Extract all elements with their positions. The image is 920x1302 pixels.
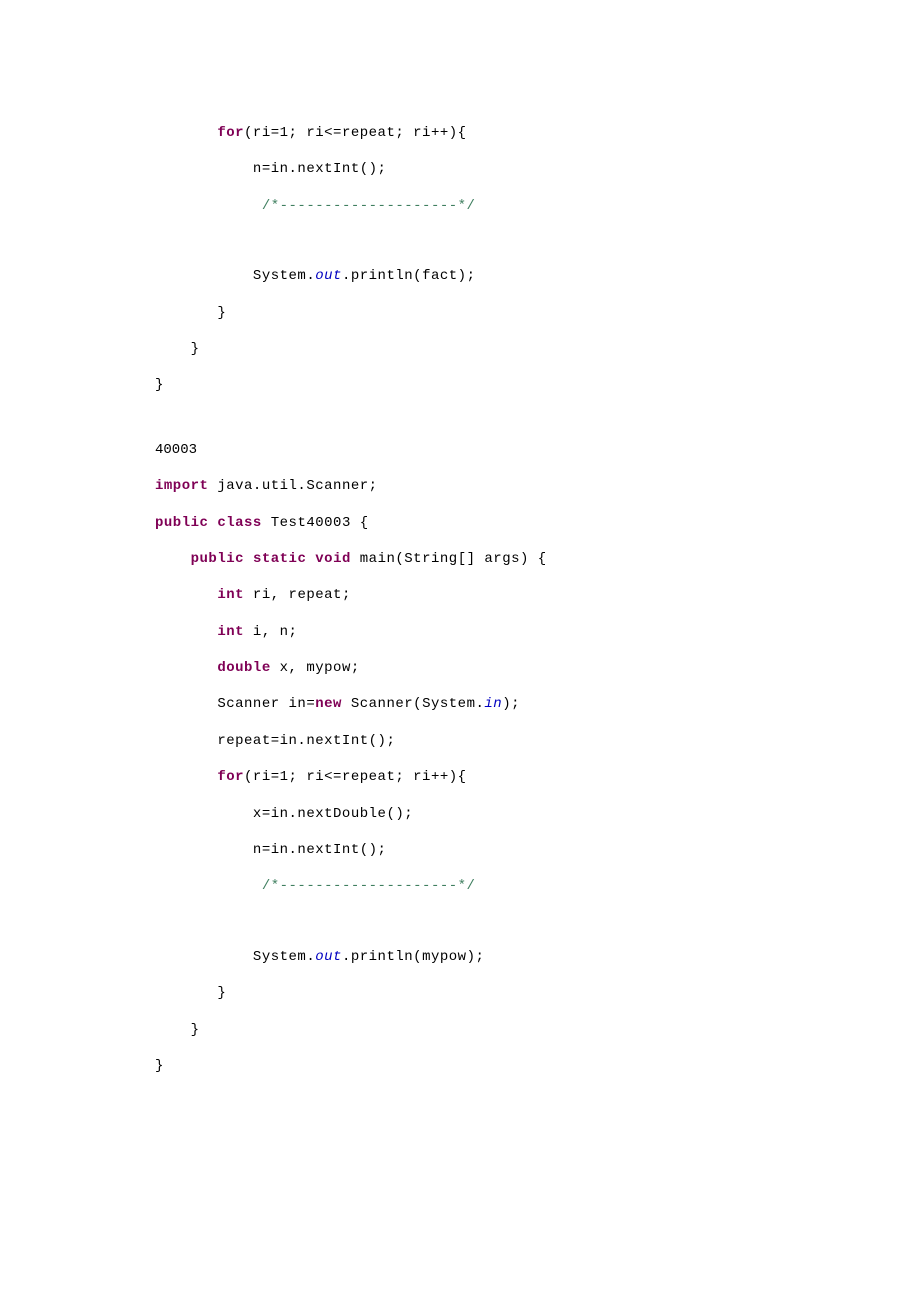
code-text: n=in.nextInt(); (253, 842, 387, 858)
code-text: n=in.nextInt(); (253, 161, 387, 177)
code-line: int ri, repeat; (155, 577, 765, 613)
code-line: } (155, 295, 765, 331)
code-line: int i, n; (155, 614, 765, 650)
code-line: System.out.println(mypow); (155, 939, 765, 975)
keyword-int: int (217, 624, 244, 640)
code-text: (ri=1; ri<=repeat; ri++){ (244, 125, 467, 141)
code-text: .println(fact); (342, 268, 476, 284)
code-text: } (191, 1022, 200, 1038)
code-line: import java.util.Scanner; (155, 468, 765, 504)
code-text: } (217, 305, 226, 321)
keyword-class: class (217, 515, 262, 531)
blank-line (155, 905, 765, 939)
keyword-new: new (315, 696, 342, 712)
code-text: } (155, 1058, 164, 1074)
code-line: n=in.nextInt(); (155, 151, 765, 187)
code-line: } (155, 975, 765, 1011)
code-line: } (155, 367, 765, 403)
label-text: 40003 (155, 442, 197, 458)
keyword-double: double (217, 660, 270, 676)
code-text: System. (253, 949, 315, 965)
document-page: for(ri=1; ri<=repeat; ri++){ n=in.nextIn… (0, 0, 920, 1302)
code-text: ri, repeat; (244, 587, 351, 603)
section-label: 40003 (155, 432, 765, 468)
code-text: main(String[] args) { (351, 551, 547, 567)
code-line: /*--------------------*/ (155, 188, 765, 224)
code-line: } (155, 1048, 765, 1084)
static-ref-out: out (315, 949, 342, 965)
static-ref-in: in (484, 696, 502, 712)
comment-text: /*--------------------*/ (262, 878, 476, 894)
code-line: public class Test40003 { (155, 505, 765, 541)
code-line: double x, mypow; (155, 650, 765, 686)
code-line: } (155, 331, 765, 367)
code-text: } (155, 377, 164, 393)
keyword-public: public (155, 515, 208, 531)
comment-text: /*--------------------*/ (262, 198, 476, 214)
code-line: Scanner in=new Scanner(System.in); (155, 686, 765, 722)
keyword-for: for (217, 125, 244, 141)
code-text: Scanner(System. (342, 696, 484, 712)
code-text: System. (253, 268, 315, 284)
code-line: repeat=in.nextInt(); (155, 723, 765, 759)
code-line: x=in.nextDouble(); (155, 796, 765, 832)
static-ref-out: out (315, 268, 342, 284)
code-line: } (155, 1012, 765, 1048)
blank-line (155, 224, 765, 258)
code-line: System.out.println(fact); (155, 258, 765, 294)
keyword-int: int (217, 587, 244, 603)
code-text: (ri=1; ri<=repeat; ri++){ (244, 769, 467, 785)
code-line: for(ri=1; ri<=repeat; ri++){ (155, 115, 765, 151)
keyword-for: for (217, 769, 244, 785)
code-line: n=in.nextInt(); (155, 832, 765, 868)
code-text: x, mypow; (271, 660, 360, 676)
code-text: ); (502, 696, 520, 712)
code-text: i, n; (244, 624, 297, 640)
code-text: java.util.Scanner; (208, 478, 377, 494)
code-line: for(ri=1; ri<=repeat; ri++){ (155, 759, 765, 795)
code-line: public static void main(String[] args) { (155, 541, 765, 577)
code-text: } (217, 985, 226, 1001)
keyword-static: static (253, 551, 306, 567)
code-text: Test40003 { (262, 515, 369, 531)
code-text: x=in.nextDouble(); (253, 806, 413, 822)
keyword-void: void (315, 551, 351, 567)
code-text: repeat=in.nextInt(); (217, 733, 395, 749)
keyword-public: public (191, 551, 244, 567)
code-text: .println(mypow); (342, 949, 484, 965)
code-line: /*--------------------*/ (155, 868, 765, 904)
keyword-import: import (155, 478, 208, 494)
code-text: Scanner in= (217, 696, 315, 712)
code-text: } (191, 341, 200, 357)
